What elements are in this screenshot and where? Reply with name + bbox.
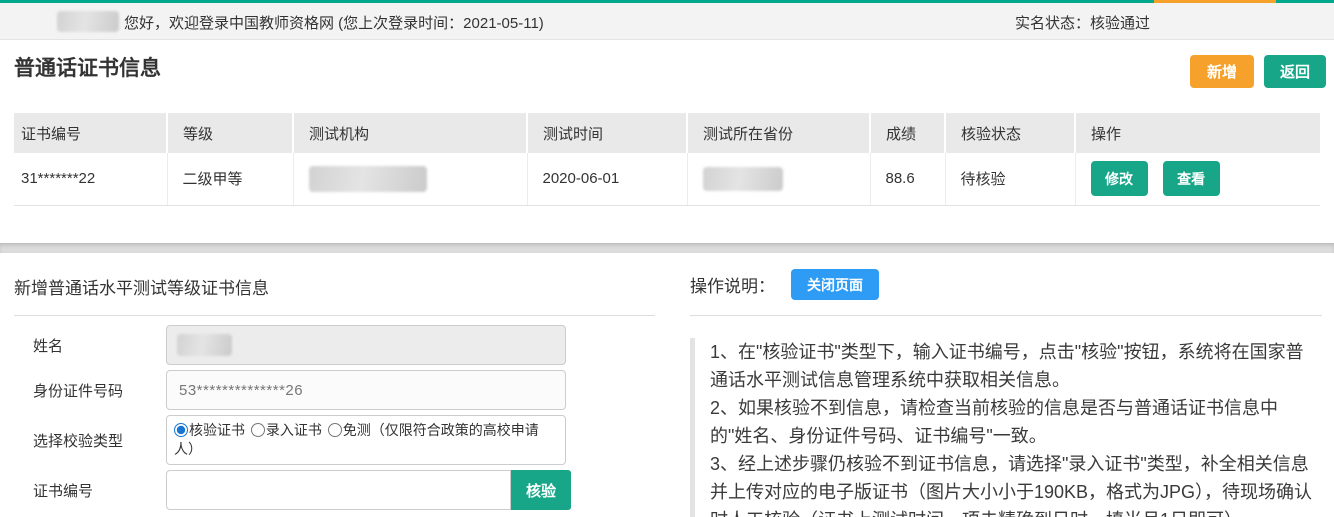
name-field	[166, 325, 566, 365]
table-row: 31*******22 二级甲等 2020-06-01 88.6 待核验 修改 …	[14, 153, 1320, 205]
cert-no-label: 证书编号	[14, 480, 166, 501]
name-row: 姓名	[14, 325, 655, 365]
page: 您好，欢迎登录中国教师资格网 (您上次登录时间：2021-05-11) 实名状态…	[0, 0, 1334, 517]
realname-status: 实名状态：核验通过	[1015, 12, 1150, 33]
top-accent-line	[0, 0, 1334, 3]
col-test-org: 测试机构	[293, 113, 527, 153]
welcome-text: 您好，欢迎登录中国教师资格网 (您上次登录时间：2021-05-11)	[124, 12, 544, 33]
cell-level: 二级甲等	[167, 153, 293, 205]
cell-cert-no: 31*******22	[14, 153, 167, 205]
id-number-field: 53**************26	[166, 370, 566, 410]
id-number-row: 身份证件号码 53**************26	[14, 370, 655, 410]
radio-enter-cert[interactable]: 录入证书	[251, 422, 322, 438]
certificate-table: 证书编号 等级 测试机构 测试时间 测试所在省份 成绩 核验状态 操作 31**…	[14, 113, 1320, 206]
instruction-item-1: 1、在"核验证书"类型下，输入证书编号，点击"核验"按钮，系统将在国家普通话水平…	[710, 338, 1314, 394]
add-certificate-form: 新增普通话水平测试等级证书信息 姓名 身份证件号码 53************…	[14, 252, 655, 510]
verify-button[interactable]: 核验	[511, 470, 571, 510]
radio-verify-cert-input[interactable]	[174, 423, 188, 437]
cell-operations: 修改 查看	[1075, 153, 1320, 205]
col-province: 测试所在省份	[687, 113, 870, 153]
verify-type-label: 选择校验类型	[14, 430, 166, 451]
cell-province	[687, 153, 870, 205]
id-label: 身份证件号码	[14, 380, 166, 401]
cell-score: 88.6	[870, 153, 945, 205]
back-button[interactable]: 返回	[1264, 55, 1326, 88]
close-page-button[interactable]: 关闭页面	[791, 269, 879, 300]
view-button[interactable]: 查看	[1163, 161, 1220, 196]
instructions-text: 1、在"核验证书"类型下，输入证书编号，点击"核验"按钮，系统将在国家普通话水平…	[710, 338, 1314, 517]
page-title: 普通话证书信息	[14, 52, 161, 82]
instructions-title: 操作说明：	[690, 272, 775, 297]
top-accent-orange-segment	[1154, 0, 1276, 3]
radio-verify-cert-label: 核验证书	[189, 422, 245, 438]
radio-exempt-input[interactable]	[328, 423, 342, 437]
instruction-item-3: 3、经上述步骤仍核验不到证书信息，请选择"录入证书"类型，补全相关信息并上传对应…	[710, 450, 1314, 517]
col-cert-no: 证书编号	[14, 113, 167, 153]
col-score: 成绩	[870, 113, 945, 153]
col-test-date: 测试时间	[527, 113, 687, 153]
redacted-test-org	[309, 166, 427, 192]
cell-test-date: 2020-06-01	[527, 153, 687, 205]
cell-test-org	[293, 153, 527, 205]
instructions-panel: 操作说明： 关闭页面 1、在"核验证书"类型下，输入证书编号，点击"核验"按钮，…	[690, 252, 1322, 517]
add-button[interactable]: 新增	[1190, 55, 1254, 88]
instructions-rule	[690, 315, 1322, 316]
radio-enter-cert-label: 录入证书	[266, 422, 322, 438]
col-operations: 操作	[1075, 113, 1320, 153]
verify-type-row: 选择校验类型 核验证书 录入证书 免测（仅限符合政策的高校申请人）	[14, 415, 655, 465]
redacted-username	[57, 11, 119, 32]
radio-enter-cert-input[interactable]	[251, 423, 265, 437]
cell-verify-status: 待核验	[945, 153, 1075, 205]
instructions-body: 1、在"核验证书"类型下，输入证书编号，点击"核验"按钮，系统将在国家普通话水平…	[690, 338, 1322, 517]
verify-type-group: 核验证书 录入证书 免测（仅限符合政策的高校申请人）	[166, 415, 566, 465]
edit-button[interactable]: 修改	[1091, 161, 1148, 196]
redacted-province	[703, 167, 783, 191]
col-level: 等级	[167, 113, 293, 153]
table-header-row: 证书编号 等级 测试机构 测试时间 测试所在省份 成绩 核验状态 操作	[14, 113, 1320, 153]
instructions-left-bar	[690, 338, 695, 517]
cert-number-input[interactable]	[166, 470, 511, 510]
radio-verify-cert[interactable]: 核验证书	[174, 422, 245, 438]
name-label: 姓名	[14, 335, 166, 356]
instructions-header: 操作说明： 关闭页面	[690, 269, 1322, 300]
form-title-rule	[14, 315, 655, 316]
cert-no-row: 证书编号 核验	[14, 470, 655, 510]
id-number-value: 53**************26	[179, 382, 303, 399]
redacted-name-value	[177, 334, 232, 356]
form-title: 新增普通话水平测试等级证书信息	[14, 278, 655, 300]
topbar: 您好，欢迎登录中国教师资格网 (您上次登录时间：2021-05-11) 实名状态…	[0, 3, 1334, 40]
col-verify-status: 核验状态	[945, 113, 1075, 153]
instruction-item-2: 2、如果核验不到信息，请检查当前核验的信息是否与普通话证书信息中的"姓名、身份证…	[710, 394, 1314, 450]
